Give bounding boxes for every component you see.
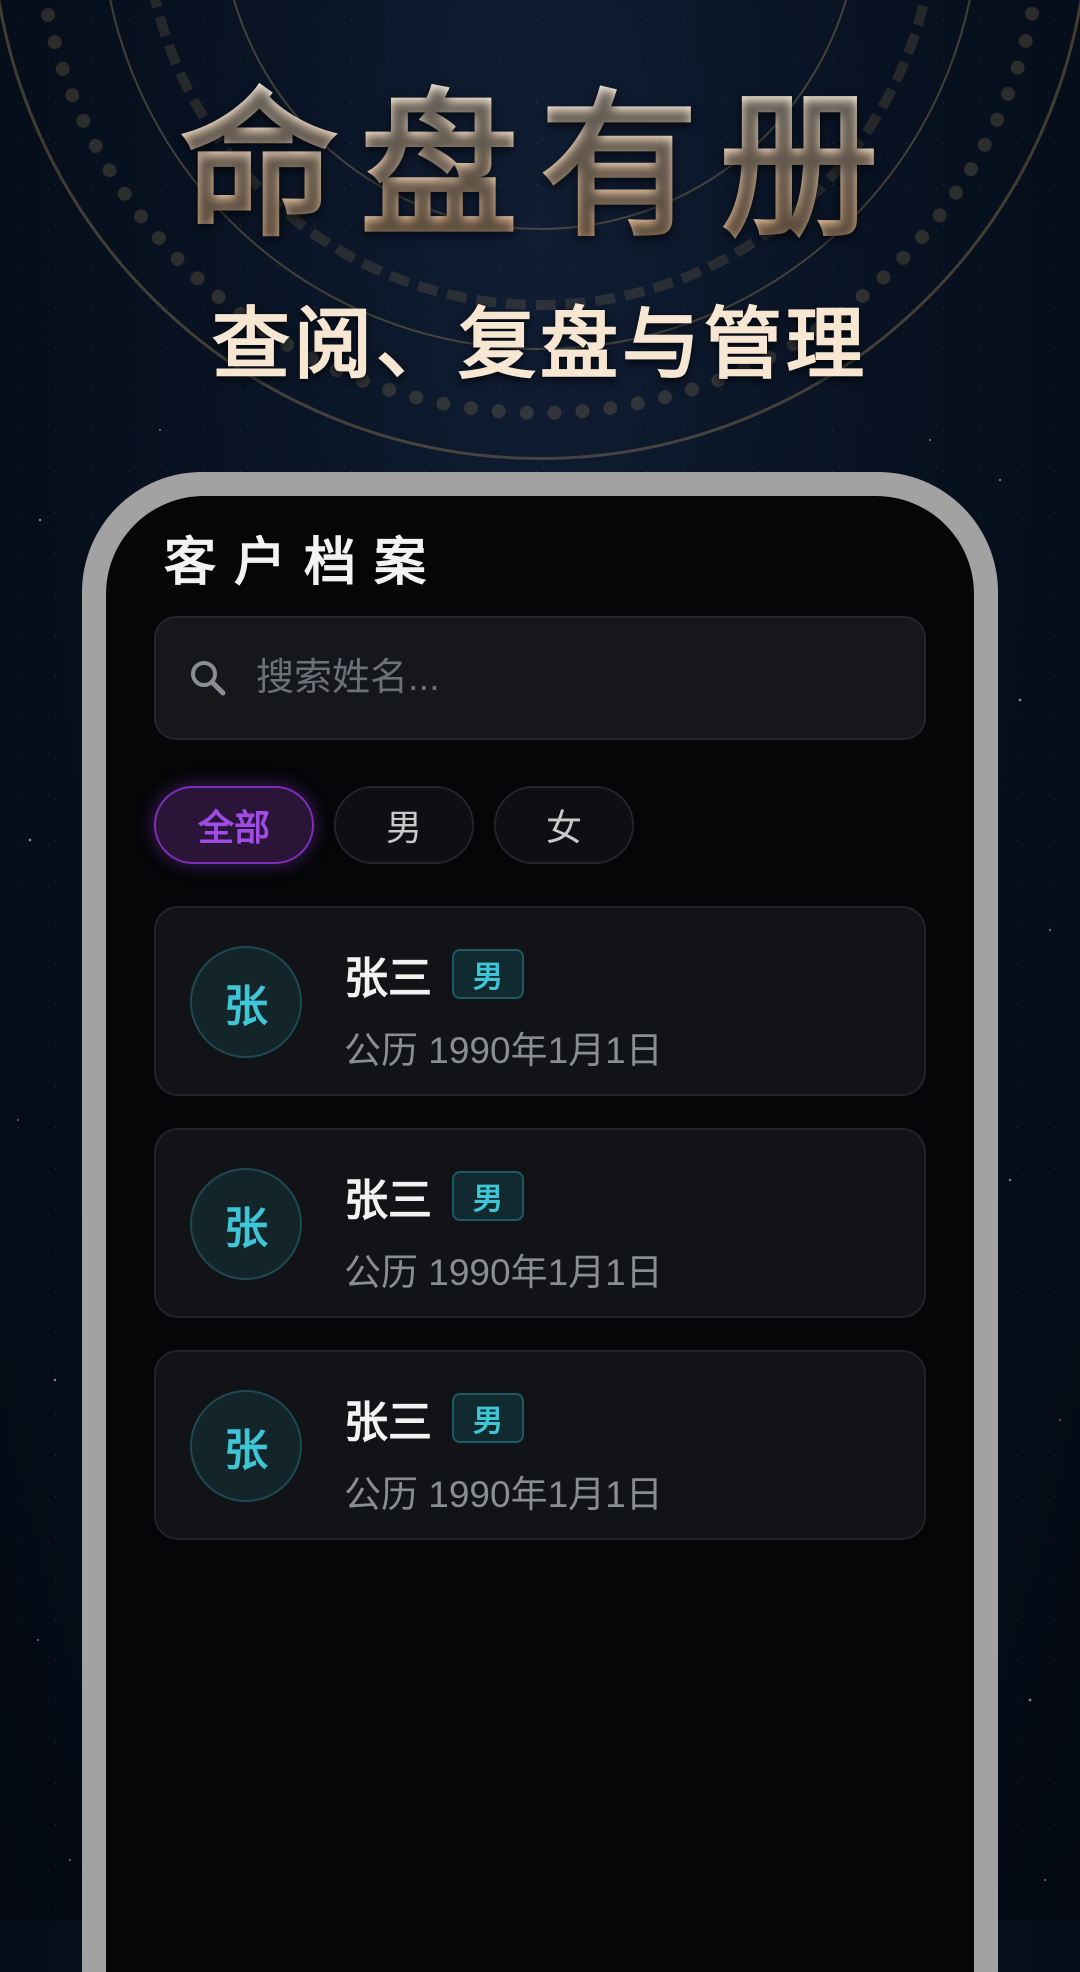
client-card[interactable]: 张 张三 男 公历 1990年1月1日 [154, 906, 926, 1096]
gender-badge: 男 [452, 949, 524, 999]
client-birth-date: 公历 1990年1月1日 [344, 1252, 663, 1293]
gender-filter-group: 全部 男 女 [154, 786, 634, 864]
client-birth-date: 公历 1990年1月1日 [344, 1474, 663, 1515]
client-name: 张三 [344, 1398, 432, 1447]
client-birth-date: 公历 1990年1月1日 [344, 1030, 663, 1071]
search-icon [186, 656, 230, 700]
search-bar[interactable] [154, 616, 926, 740]
client-card[interactable]: 张 张三 男 公历 1990年1月1日 [154, 1350, 926, 1540]
client-name-row: 张三 男 [344, 1386, 524, 1450]
hero-title: 命盘有册 [0, 72, 1080, 262]
filter-chip-all[interactable]: 全部 [154, 786, 314, 864]
client-name: 张三 [344, 1176, 432, 1225]
gender-badge: 男 [452, 1171, 524, 1221]
phone-mockup: 客户档案 全部 男 女 张 张三 男 公历 1990年1月1日 [82, 472, 998, 1972]
hero-subtitle: 查阅、复盘与管理 [211, 299, 868, 390]
avatar: 张 [190, 946, 302, 1058]
gender-badge: 男 [452, 1393, 524, 1443]
client-name: 张三 [344, 954, 432, 1003]
avatar: 张 [190, 1168, 302, 1280]
client-name-row: 张三 男 [344, 942, 524, 1006]
filter-chip-male[interactable]: 男 [334, 786, 474, 864]
avatar: 张 [190, 1390, 302, 1502]
phone-screen: 客户档案 全部 男 女 张 张三 男 公历 1990年1月1日 [106, 496, 974, 1972]
page-title: 客户档案 [164, 534, 445, 592]
search-input[interactable] [254, 655, 900, 701]
filter-chip-female[interactable]: 女 [494, 786, 634, 864]
client-name-row: 张三 男 [344, 1164, 524, 1228]
client-card[interactable]: 张 张三 男 公历 1990年1月1日 [154, 1128, 926, 1318]
client-list: 张 张三 男 公历 1990年1月1日 张 张三 男 公历 1990年1月1日 … [154, 906, 926, 1572]
